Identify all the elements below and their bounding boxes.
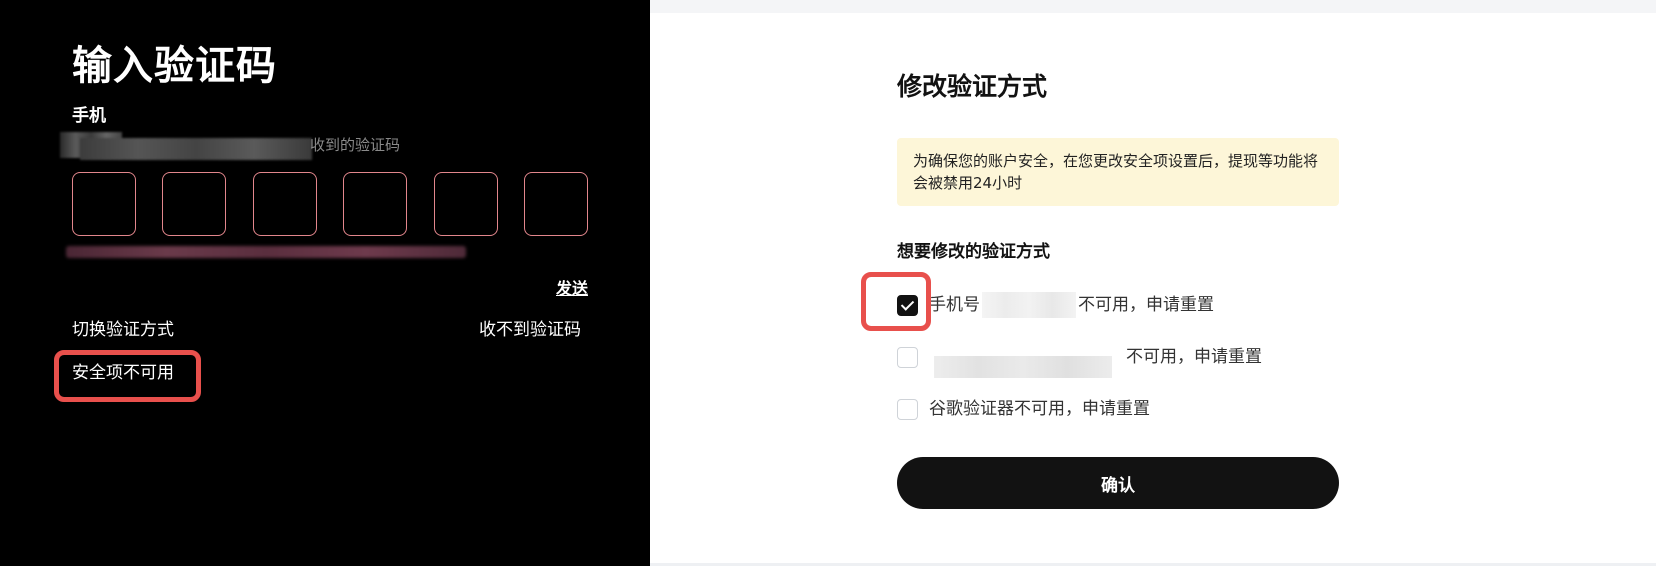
screen: 输入验证码 手机 收到的验证码 发送 切换验证方式 收不到验证码 安全项不可用 …	[0, 0, 1656, 566]
confirm-button[interactable]: 确认	[897, 457, 1339, 509]
checkbox-email[interactable]	[897, 346, 918, 368]
highlight-box-checkbox	[861, 272, 931, 331]
method-label: 手机	[72, 106, 106, 126]
code-digit-input-1[interactable]	[72, 172, 136, 236]
top-bar	[650, 0, 1656, 13]
option-phone-label: 手机号 不可用，申请重置	[929, 292, 1214, 318]
option-google-authenticator[interactable]: 谷歌验证器不可用，申请重置	[897, 396, 1150, 422]
code-digit-input-6[interactable]	[523, 172, 588, 236]
modify-method-title: 修改验证方式	[897, 72, 1048, 101]
code-input-row	[72, 172, 588, 236]
code-description: 收到的验证码	[60, 132, 400, 160]
code-description-suffix: 收到的验证码	[310, 136, 401, 154]
redacted-phone-text	[80, 138, 312, 160]
verification-code-panel: 输入验证码 手机 收到的验证码 发送 切换验证方式 收不到验证码 安全项不可用	[0, 0, 650, 566]
security-unavailable-link[interactable]: 安全项不可用	[72, 361, 174, 385]
switch-method-link[interactable]: 切换验证方式	[72, 318, 174, 342]
redacted-email	[934, 356, 1112, 378]
send-code-link[interactable]: 发送	[556, 278, 588, 300]
security-notice: 为确保您的账户安全，在您更改安全项设置后，提现等功能将会被禁用24小时	[897, 138, 1339, 206]
redacted-hint-text	[66, 246, 466, 258]
code-digit-input-2[interactable]	[162, 172, 227, 236]
redacted-phone-number	[982, 292, 1076, 318]
checkbox-google-authenticator[interactable]	[897, 398, 918, 420]
code-digit-input-3[interactable]	[252, 172, 317, 236]
option-google-label: 谷歌验证器不可用，申请重置	[929, 399, 1150, 419]
page-title: 输入验证码	[72, 43, 277, 89]
code-digit-input-4[interactable]	[343, 172, 408, 236]
option-email-label: 不可用，申请重置	[1126, 347, 1262, 367]
option-phone[interactable]: 手机号 不可用，申请重置	[897, 292, 1214, 318]
options-subtitle: 想要修改的验证方式	[897, 242, 1050, 262]
no-code-received-link[interactable]: 收不到验证码	[479, 318, 581, 342]
code-digit-input-5[interactable]	[433, 172, 498, 236]
option-email[interactable]: 不可用，申请重置	[897, 344, 1262, 378]
